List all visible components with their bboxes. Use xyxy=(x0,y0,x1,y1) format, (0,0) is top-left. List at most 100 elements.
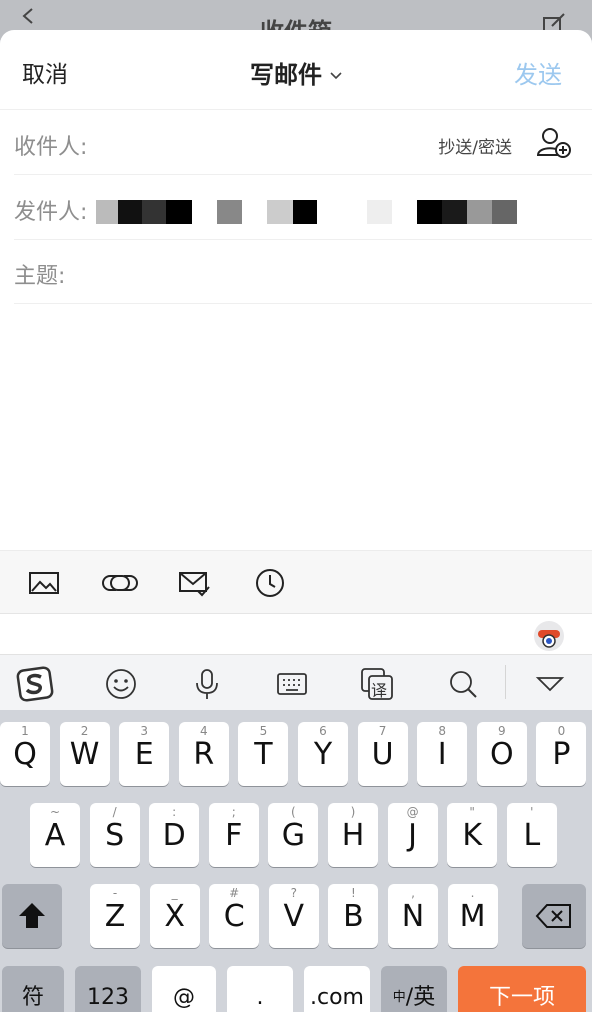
redaction-block xyxy=(442,200,467,224)
key-c[interactable]: # C xyxy=(209,884,260,948)
keyboard-icon[interactable] xyxy=(275,667,309,701)
key-sub-label: 4 xyxy=(199,724,208,738)
key-label: R xyxy=(193,737,215,772)
compose-title[interactable]: 写邮件 xyxy=(0,55,592,90)
key-label: G xyxy=(281,818,306,853)
key-b[interactable]: ! B xyxy=(328,884,379,948)
key-label: U xyxy=(371,737,394,772)
mail-check-icon[interactable] xyxy=(178,568,210,598)
ime-separator xyxy=(505,665,506,699)
redaction-block xyxy=(166,200,192,224)
emoji-icon[interactable] xyxy=(104,667,138,701)
key-sub-label: ; xyxy=(231,805,236,819)
key-i[interactable]: 8I xyxy=(417,722,468,786)
next-item-label: 下一项 xyxy=(488,985,555,1010)
key-o[interactable]: 9O xyxy=(476,722,527,786)
key-p[interactable]: 0P xyxy=(536,722,587,786)
key-sub-label: / xyxy=(112,805,117,819)
key-d[interactable]: :D xyxy=(149,803,200,867)
key-m[interactable]: .M xyxy=(447,884,498,948)
mail-body-area[interactable] xyxy=(0,304,592,550)
microphone-icon[interactable] xyxy=(190,667,224,701)
key-sub-label: 1 xyxy=(21,724,29,738)
key-w[interactable]: 2W xyxy=(59,722,110,786)
add-contact-icon[interactable] xyxy=(536,127,572,159)
collapse-icon[interactable] xyxy=(533,667,567,701)
key-label: S xyxy=(105,818,125,853)
send-button[interactable]: 发送 xyxy=(514,55,562,90)
key-sub-label: ' xyxy=(530,805,534,819)
search-icon[interactable] xyxy=(446,667,480,701)
backspace-key[interactable] xyxy=(522,884,586,948)
key-l[interactable]: ' L xyxy=(506,803,557,867)
assistant-mascot-icon[interactable] xyxy=(533,620,565,652)
key-sub-label: ( xyxy=(291,805,296,819)
key-s[interactable]: / S xyxy=(89,803,140,867)
translate-button[interactable]: 译 xyxy=(360,667,394,701)
symbols-key-label: 符 xyxy=(21,985,44,1010)
at-key[interactable]: @ xyxy=(152,966,216,1012)
key-n[interactable]: ,N xyxy=(388,884,438,948)
ime-toolbar: 译 xyxy=(0,654,592,710)
recipient-field[interactable]: 收件人: 抄送/密送 xyxy=(14,111,592,175)
symbols-key[interactable]: 符 xyxy=(2,966,64,1012)
redaction-block xyxy=(217,200,242,224)
key-sub-label: # xyxy=(229,886,240,900)
editor-line[interactable] xyxy=(0,614,592,654)
key-label: H xyxy=(341,818,365,853)
key-label: Q xyxy=(13,737,37,772)
key-sub-label: , xyxy=(411,886,415,900)
next-item-key[interactable]: 下一项 xyxy=(458,966,586,1012)
key-z[interactable]: -Z xyxy=(90,884,140,948)
sender-label: 发件人: xyxy=(14,200,88,225)
language-switch-key[interactable]: 中/英 xyxy=(381,966,447,1012)
dotcom-key[interactable]: .com xyxy=(304,966,370,1012)
subject-label: 主题: xyxy=(14,264,66,289)
redaction-block xyxy=(118,200,142,224)
image-icon[interactable] xyxy=(28,568,60,598)
key-u[interactable]: 7U xyxy=(357,722,408,786)
clock-icon[interactable] xyxy=(254,568,286,598)
subject-field[interactable]: 主题: xyxy=(14,240,592,304)
key-label: Y xyxy=(313,737,333,772)
dot-key-label: . xyxy=(256,985,264,1010)
key-label: W xyxy=(69,737,100,772)
key-g[interactable]: (G xyxy=(268,803,319,867)
language-main-label: /英 xyxy=(405,985,436,1010)
key-h[interactable]: ) H xyxy=(328,803,378,867)
attachment-link-icon[interactable] xyxy=(102,568,138,598)
key-q[interactable]: 1Q xyxy=(0,722,50,786)
key-sub-label: 7 xyxy=(378,724,387,738)
redaction-block xyxy=(142,200,166,224)
redaction-block xyxy=(96,200,118,224)
key-r[interactable]: 4R xyxy=(178,722,229,786)
key-label: B xyxy=(343,899,364,934)
key-sub-label: " xyxy=(469,805,475,819)
key-label: J xyxy=(408,818,418,853)
key-x[interactable]: _ X xyxy=(149,884,200,948)
key-j[interactable]: @ J xyxy=(387,803,438,867)
key-f[interactable]: ; F xyxy=(208,803,259,867)
cc-bcc-button[interactable]: 抄送/密送 xyxy=(438,133,512,158)
key-e[interactable]: 3E xyxy=(119,722,170,786)
sogou-logo-icon[interactable] xyxy=(16,665,54,703)
key-sub-label: 8 xyxy=(438,724,446,738)
numbers-key[interactable]: 123 xyxy=(75,966,141,1012)
key-y[interactable]: 6Y xyxy=(298,722,348,786)
key-label: X xyxy=(164,899,185,934)
dot-key[interactable]: . xyxy=(227,966,293,1012)
redaction-block xyxy=(417,200,442,224)
key-k[interactable]: " K xyxy=(447,803,498,867)
key-sub-label: 0 xyxy=(557,724,566,738)
key-a[interactable]: ~ A xyxy=(30,803,80,867)
at-key-label: @ xyxy=(173,985,195,1010)
key-label: E xyxy=(134,737,154,772)
shift-icon xyxy=(19,903,45,928)
recipient-label: 收件人: xyxy=(14,135,88,160)
backspace-icon xyxy=(535,904,571,928)
shift-key[interactable] xyxy=(2,884,62,948)
key-sub-label: 6 xyxy=(319,724,327,738)
key-label: T xyxy=(254,737,273,772)
key-t[interactable]: 5T xyxy=(238,722,289,786)
key-v[interactable]: ? V xyxy=(268,884,319,948)
